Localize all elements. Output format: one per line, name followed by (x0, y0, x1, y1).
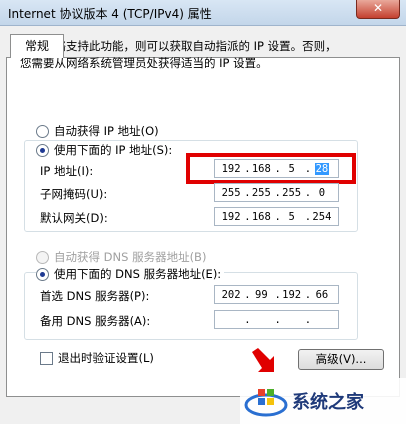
red-arrow-icon (252, 348, 274, 372)
auto-dns-label: 自动获得 DNS 服务器地址(B) (54, 250, 207, 264)
description-line-1: 如果网络支持此功能，则可以获取自动指派的 IP 设置。否则， (20, 39, 337, 53)
gateway-octet-1: 192 (221, 210, 241, 223)
dns-settings-group (24, 272, 358, 340)
auto-dns-radio-circle (36, 250, 49, 264)
subnet-mask-field[interactable]: 255. 255. 255. 0 (214, 183, 339, 202)
mask-octet-1: 255 (221, 186, 241, 199)
auto-ip-label: 自动获得 IP 地址(O) (54, 124, 159, 138)
preferred-dns-label: 首选 DNS 服务器(P): (40, 289, 150, 303)
mask-octet-3: 255 (282, 186, 302, 199)
dns1-octet-3: 192 (282, 288, 302, 301)
window-title: Internet 协议版本 4 (TCP/IPv4) 属性 (8, 7, 212, 21)
alternate-dns-field[interactable]: . . . (214, 310, 339, 329)
red-highlight-box (186, 153, 356, 184)
validate-checkbox-label: 退出时验证设置(L) (58, 351, 154, 365)
mask-octet-4: 0 (318, 186, 326, 199)
validate-checkbox-box (40, 351, 53, 365)
auto-dns-radio[interactable]: 自动获得 DNS 服务器地址(B) (36, 249, 206, 265)
manual-ip-label: 使用下面的 IP 地址(S): (54, 143, 173, 157)
mask-octet-2: 255 (251, 186, 271, 199)
manual-dns-radio[interactable]: 使用下面的 DNS 服务器地址(E): (36, 266, 225, 282)
ip-address-label: IP 地址(I): (40, 164, 94, 178)
close-button[interactable]: ✕ (356, 0, 400, 19)
subnet-mask-label: 子网掩码(U): (40, 187, 108, 201)
gateway-octet-4: 254 (312, 210, 332, 223)
windows-logo-icon (244, 389, 288, 417)
alternate-dns-label: 备用 DNS 服务器(A): (40, 314, 151, 328)
description-line-2: 您需要从网络系统管理员处获得适当的 IP 设置。 (20, 56, 268, 70)
validate-on-exit-checkbox[interactable]: 退出时验证设置(L) (40, 350, 154, 366)
tab-general[interactable]: 常规 (10, 34, 64, 58)
gateway-octet-2: 168 (251, 210, 271, 223)
gateway-label: 默认网关(D): (40, 211, 108, 225)
watermark: 系统之家 (240, 378, 406, 424)
auto-ip-radio-circle (36, 124, 49, 138)
advanced-button[interactable]: 高级(V)... (298, 349, 384, 370)
preferred-dns-field[interactable]: 202. 99. 192. 66 (214, 285, 339, 304)
dns1-octet-1: 202 (221, 288, 241, 301)
manual-dns-radio-circle (36, 267, 49, 281)
auto-ip-radio[interactable]: 自动获得 IP 地址(O) (36, 123, 159, 139)
manual-dns-label: 使用下面的 DNS 服务器地址(E): (54, 267, 222, 281)
dns1-octet-2: 99 (255, 288, 268, 301)
manual-ip-radio-circle (36, 143, 49, 157)
title-bar: Internet 协议版本 4 (TCP/IPv4) 属性 ✕ (0, 0, 406, 26)
gateway-field[interactable]: 192. 168. 5. 254 (214, 207, 339, 226)
dns1-octet-4: 66 (315, 288, 329, 301)
watermark-text: 系统之家 (292, 392, 364, 413)
gateway-octet-3: 5 (288, 210, 295, 223)
description-text: 如果网络支持此功能，则可以获取自动指派的 IP 设置。否则， 您需要从网络系统管… (20, 38, 380, 72)
manual-ip-radio[interactable]: 使用下面的 IP 地址(S): (36, 142, 176, 158)
